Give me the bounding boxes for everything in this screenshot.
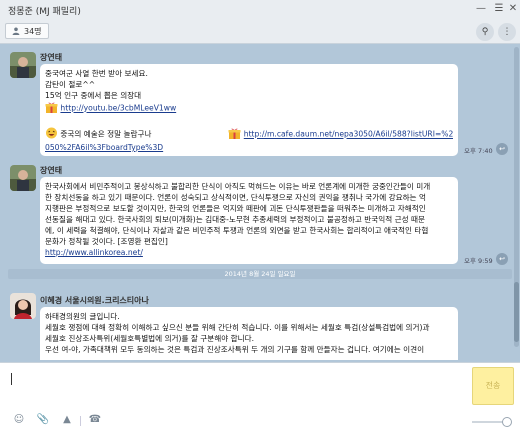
person-icon: [12, 27, 20, 35]
message-line: 중국의 예술은 정말 놀랍구나: [60, 129, 152, 139]
message-line: 세월호 진상조사특위(세월호특별법에 의거)를 잘 구분해야 합니다.: [45, 334, 255, 343]
message-link[interactable]: http://m.cafe.daum.net/nepa3050/A6il/588…: [244, 130, 453, 139]
avatar[interactable]: [10, 293, 36, 319]
chat-scrollbar[interactable]: [514, 47, 519, 347]
search-icon[interactable]: ⚲: [476, 23, 494, 41]
chat-area[interactable]: 장연태 중국여군 사열 한번 받아 보세요. 감탄이 절로^^ 15억 인구 중…: [0, 45, 520, 360]
menu-icon[interactable]: ☰: [492, 2, 506, 16]
member-count: 34명: [24, 26, 42, 36]
message-line: 감탄이 절로^^: [45, 80, 96, 89]
message-bubble: 한국사회에서 비민주적이고 봉상식하고 불합리한 단식이 아직도 먹혀드는 이유…: [40, 177, 458, 264]
sender-name: 이혜경 서울시의원.크리스티아나: [40, 296, 149, 305]
message-line: 지행판은 부정적으로 보도할 것이지만, 한국의 언론들은 억지와 떼판에 괴돈…: [45, 204, 426, 213]
chat-header: 34명 ⚲ ⋮: [0, 20, 520, 44]
message-link[interactable]: http://www.allinkorea.net/: [45, 248, 143, 257]
message-line: 한 장치선동을 하고 있기 때문이다. 언론이 성숙되고 상식적이면, 단식투쟁…: [45, 193, 426, 202]
message-line: 중국여군 사열 한번 받아 보세요.: [45, 69, 148, 78]
message-line: 문화가 정착될 것이다. [조영환 편집인]: [45, 237, 168, 246]
close-icon[interactable]: ✕: [506, 2, 520, 16]
minimize-icon[interactable]: —: [474, 2, 488, 16]
message-line: 선동질을 해대고 있다. 한국사회의 퇴보(미개화)는 김대중-노무현 추종세력…: [45, 215, 425, 224]
toolbar-divider: [80, 416, 81, 426]
date-divider: 2014년 8월 24일 일요일: [8, 269, 512, 279]
reply-icon[interactable]: ↩: [496, 143, 508, 155]
window-title: 정몽준 (MJ 패밀리): [8, 7, 81, 17]
settings-menu-icon[interactable]: ⋮: [498, 23, 516, 41]
gift-icon: [45, 101, 58, 116]
image-icon[interactable]: ▲: [60, 413, 74, 427]
message-link[interactable]: http://youtu.be/3cbMLeeV1ww: [60, 104, 176, 113]
reply-icon[interactable]: ↩: [496, 253, 508, 265]
text-caret: [11, 373, 12, 385]
message-time: 오후 9:59: [464, 257, 493, 265]
laughing-emoji-icon: [45, 127, 58, 142]
send-button[interactable]: 전송: [472, 367, 514, 405]
scrollbar-thumb[interactable]: [514, 282, 519, 342]
composer-toolbar: ☺ 📎 ▲ ☎: [0, 409, 520, 431]
sender-name: 장연태: [40, 53, 63, 62]
message-line: 세월호 쟁점에 대해 정확히 이해하고 싶으신 분들 위해 간단히 적습니다. …: [45, 323, 430, 332]
phone-icon[interactable]: ☎: [88, 413, 102, 427]
message-line: 하태경의원의 글입니다.: [45, 312, 120, 321]
message-line: 한국사회에서 비민주적이고 봉상식하고 불합리한 단식이 아직도 먹혀드는 이유…: [45, 182, 431, 191]
message-bubble: 중국여군 사열 한번 받아 보세요. 감탄이 절로^^ 15억 인구 중에서 뽑…: [40, 64, 458, 156]
avatar[interactable]: [10, 165, 36, 191]
message-line: 우선 여-야, 가족대책위 모두 동의하는 것은 특검과 진상조사특위 두 개의…: [45, 345, 425, 354]
avatar[interactable]: [10, 52, 36, 78]
font-size-slider[interactable]: [472, 417, 512, 427]
message-bubble: 하태경의원의 글입니다. 세월호 쟁점에 대해 정확히 이해하고 싶으신 분들 …: [40, 307, 458, 360]
message-input[interactable]: [8, 369, 468, 403]
title-bar: 정몽준 (MJ 패밀리) — ☰ ✕: [0, 0, 520, 20]
message-line: 15억 인구 중에서 뽑은 의장대: [45, 91, 142, 100]
message-link[interactable]: 050%2FA6il%3FboardType%3D: [45, 143, 163, 152]
slider-knob[interactable]: [502, 417, 512, 427]
attach-icon[interactable]: 📎: [36, 413, 50, 427]
message-line: 에, 이 세력을 척결해야, 단식이나 자살과 같은 비민주적 투쟁과 언론의 …: [45, 226, 429, 235]
message-composer: 전송 ☺ 📎 ▲ ☎: [0, 362, 520, 432]
gift-icon: [228, 127, 241, 142]
message-time: 오후 7:40: [464, 147, 493, 155]
sender-name: 장연태: [40, 166, 63, 175]
member-count-button[interactable]: 34명: [5, 23, 49, 39]
emoji-icon[interactable]: ☺: [12, 413, 26, 427]
